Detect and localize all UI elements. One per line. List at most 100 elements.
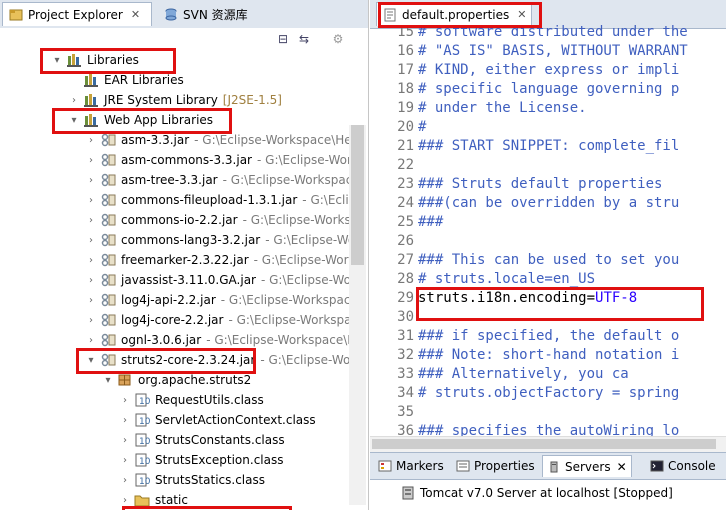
tab-project-explorer[interactable]: Project Explorer ✕ — [2, 2, 152, 26]
code-line[interactable]: 22 — [370, 157, 726, 176]
tree-item[interactable]: ▾ Web App Libraries — [67, 110, 213, 130]
code-line[interactable]: 17 # KIND, either express or impli — [370, 62, 726, 81]
code-line[interactable]: 25 ### — [370, 214, 726, 233]
tab-markers[interactable]: Markers — [374, 455, 448, 477]
code-line[interactable]: 26 — [370, 233, 726, 252]
tree-item[interactable]: › ognl-3.0.6.jar - G:\Eclipse-Workspace\H — [84, 330, 356, 350]
tree-item[interactable]: › asm-3.3.jar - G:\Eclipse-Workspace\He — [84, 130, 352, 150]
tree-item-label: RequestUtils.class — [155, 393, 264, 407]
console-icon — [650, 460, 664, 472]
close-icon[interactable]: ✕ — [617, 460, 627, 474]
scrollbar-thumb[interactable] — [351, 125, 364, 265]
line-number: 18 — [397, 81, 414, 97]
code-line[interactable]: 24 ###(can be overridden by a stru — [370, 195, 726, 214]
code-line[interactable]: 33 ### Alternatively, you ca — [370, 366, 726, 385]
tree-item[interactable]: › 101 ServletActionContext.class — [118, 410, 316, 430]
expanded-twisty-icon[interactable]: ▾ — [67, 115, 81, 126]
line-number: 34 — [397, 385, 414, 401]
close-icon[interactable]: ✕ — [517, 8, 526, 21]
tree-item-path: - G:\Eclipse-Workspace\H — [206, 333, 357, 347]
tree-item[interactable]: › JRE System Library [J2SE-1.5] — [67, 90, 282, 110]
code-line[interactable]: 32 ### Note: short-hand notation i — [370, 347, 726, 366]
tree-item-label: struts2-core-2.3.24.jar — [121, 353, 256, 367]
collapsed-twisty-icon[interactable]: › — [84, 195, 98, 206]
jar-icon — [100, 233, 116, 247]
tab-properties[interactable]: Properties — [452, 455, 540, 477]
jar-icon — [100, 193, 116, 207]
code-line[interactable]: 34 # struts.objectFactory = spring — [370, 385, 726, 404]
tree-item[interactable]: › log4j-api-2.2.jar - G:\Eclipse-Workspac — [84, 290, 350, 310]
collapsed-twisty-icon[interactable]: › — [118, 415, 132, 426]
horizontal-scrollbar-thumb[interactable] — [372, 439, 716, 449]
collapsed-twisty-icon[interactable]: › — [118, 395, 132, 406]
tab-servers[interactable]: Servers ✕ — [542, 455, 632, 477]
collapsed-twisty-icon[interactable]: › — [84, 135, 98, 146]
tree-item[interactable]: › static — [118, 490, 188, 510]
tree-item[interactable]: › javassist-3.11.0.GA.jar - G:\Eclipse-Wor — [84, 270, 356, 290]
jar-icon — [100, 333, 116, 347]
project-explorer-tabbar: Project Explorer ✕ SVN 资源库 — [0, 0, 368, 29]
code-line[interactable]: 19 # under the License. — [370, 100, 726, 119]
jar-icon — [100, 153, 116, 167]
expanded-twisty-icon[interactable]: ▾ — [50, 55, 64, 66]
tree-item[interactable]: ▾ Libraries — [50, 50, 139, 70]
line-number: 35 — [397, 404, 414, 420]
view-menu-icon[interactable]: ⚙ — [330, 31, 346, 47]
link-with-editor-icon[interactable]: ⇆ — [296, 31, 312, 47]
code-line[interactable]: 28 # struts.locale=en_US — [370, 271, 726, 290]
code-line[interactable]: 21 ### START SNIPPET: complete_fil — [370, 138, 726, 157]
collapsed-twisty-icon[interactable]: › — [84, 275, 98, 286]
line-number: 27 — [397, 252, 414, 268]
collapse-all-icon[interactable]: ⊟ — [275, 31, 291, 47]
line-number: 26 — [397, 233, 414, 249]
tree-item[interactable]: › 101 StrutsException.class — [118, 450, 283, 470]
tree-item[interactable]: › commons-io-2.2.jar - G:\Eclipse-Works — [84, 210, 351, 230]
tree-item[interactable]: › 101 StrutsConstants.class — [118, 430, 285, 450]
tab-default-properties[interactable]: default.properties ✕ — [376, 2, 532, 26]
tree-item[interactable]: › commons-lang3-3.2.jar - G:\Eclipse-Wo — [84, 230, 355, 250]
tree-item[interactable]: › 101 StrutsStatics.class — [118, 470, 265, 490]
collapsed-twisty-icon[interactable]: › — [67, 95, 81, 106]
code-line[interactable]: 16 # "AS IS" BASIS, WITHOUT WARRANT — [370, 43, 726, 62]
collapsed-twisty-icon[interactable]: › — [84, 175, 98, 186]
code-line[interactable]: 30 — [370, 309, 726, 328]
server-entry[interactable]: Tomcat v7.0 Server at localhost [Stopped… — [400, 483, 673, 503]
tree-item[interactable]: › log4j-core-2.2.jar - G:\Eclipse-Workspa — [84, 310, 352, 330]
code-line[interactable]: 35 — [370, 404, 726, 423]
tree-item[interactable]: ▾ struts2-core-2.3.24.jar - G:\Eclipse-Wor — [84, 350, 355, 370]
expanded-twisty-icon[interactable]: ▾ — [84, 355, 98, 366]
collapsed-twisty-icon[interactable]: › — [118, 495, 132, 506]
tree-item[interactable]: EAR Libraries — [67, 70, 184, 90]
code-line[interactable]: 23 ### Struts default properties — [370, 176, 726, 195]
collapsed-twisty-icon[interactable]: › — [118, 435, 132, 446]
collapsed-twisty-icon[interactable]: › — [84, 215, 98, 226]
close-icon[interactable]: ✕ — [131, 8, 140, 21]
tree-item-path: - G:\Eclipse-Wo — [265, 233, 356, 247]
tab-svn-repository[interactable]: SVN 资源库 — [158, 2, 280, 26]
collapsed-twisty-icon[interactable]: › — [84, 335, 98, 346]
jar-icon — [100, 173, 116, 187]
collapsed-twisty-icon[interactable]: › — [84, 155, 98, 166]
collapsed-twisty-icon[interactable]: › — [84, 255, 98, 266]
property-value: UTF-8 — [595, 290, 638, 306]
tree-item[interactable]: › asm-commons-3.3.jar - G:\Eclipse-Wor — [84, 150, 352, 170]
code-line[interactable]: 20 # — [370, 119, 726, 138]
collapsed-twisty-icon[interactable]: › — [84, 295, 98, 306]
code-line[interactable]: 27 ### This can be used to set you — [370, 252, 726, 271]
collapsed-twisty-icon[interactable]: › — [84, 235, 98, 246]
tree-item-label: asm-tree-3.3.jar — [121, 173, 218, 187]
tree-item[interactable]: › commons-fileupload-1.3.1.jar - G:\Eclip — [84, 190, 356, 210]
collapsed-twisty-icon[interactable]: › — [118, 455, 132, 466]
tree-item[interactable]: › asm-tree-3.3.jar - G:\Eclipse-Workspac — [84, 170, 352, 190]
tree-item[interactable]: ▾ org.apache.struts2 — [101, 370, 251, 390]
code-line[interactable]: 18 # specific language governing p — [370, 81, 726, 100]
expanded-twisty-icon[interactable]: ▾ — [101, 375, 115, 386]
tree-item[interactable]: › 101 RequestUtils.class — [118, 390, 264, 410]
code-line[interactable]: 29 struts.i18n.encoding=UTF-8 — [370, 290, 726, 309]
tab-console[interactable]: Console — [646, 455, 726, 477]
code-line[interactable]: 15 # software distributed under the — [370, 24, 726, 43]
collapsed-twisty-icon[interactable]: › — [84, 315, 98, 326]
collapsed-twisty-icon[interactable]: › — [118, 475, 132, 486]
code-line[interactable]: 31 ### if specified, the default o — [370, 328, 726, 347]
tree-item[interactable]: › freemarker-2.3.22.jar - G:\Eclipse-Worl — [84, 250, 352, 270]
